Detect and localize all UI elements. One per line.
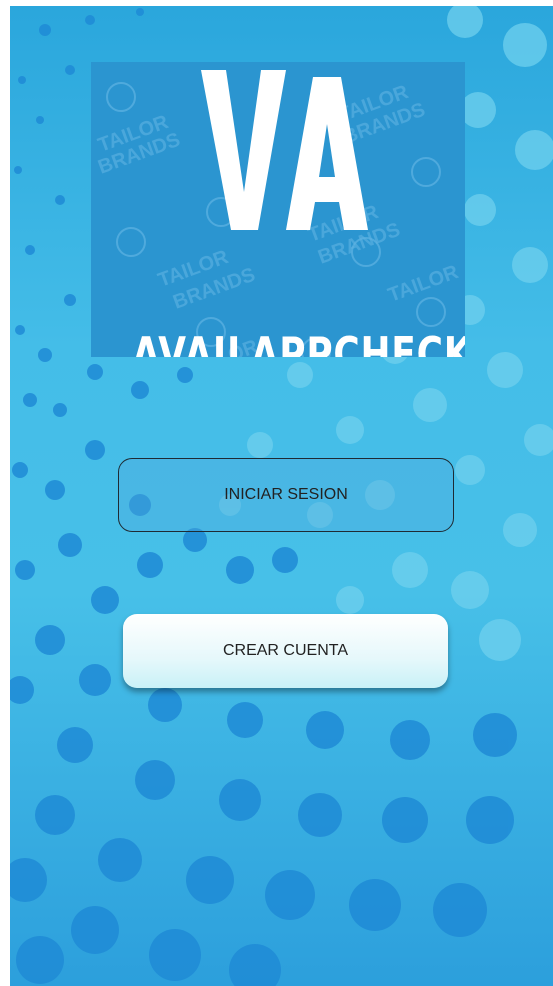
create-account-button[interactable]: CREAR CUENTA [123, 614, 448, 688]
login-screen: TAILOR BRANDS TAILOR BRANDS TAILOR BRAND… [0, 0, 553, 986]
app-logo: TAILOR BRANDS TAILOR BRANDS TAILOR BRAND… [91, 62, 465, 357]
aa-logo-icon [201, 70, 368, 230]
logo-wordmark: AVAILAPPCHECK [132, 327, 465, 357]
login-button[interactable]: INICIAR SESION [118, 458, 454, 532]
left-border [0, 0, 10, 986]
top-border [0, 0, 553, 6]
